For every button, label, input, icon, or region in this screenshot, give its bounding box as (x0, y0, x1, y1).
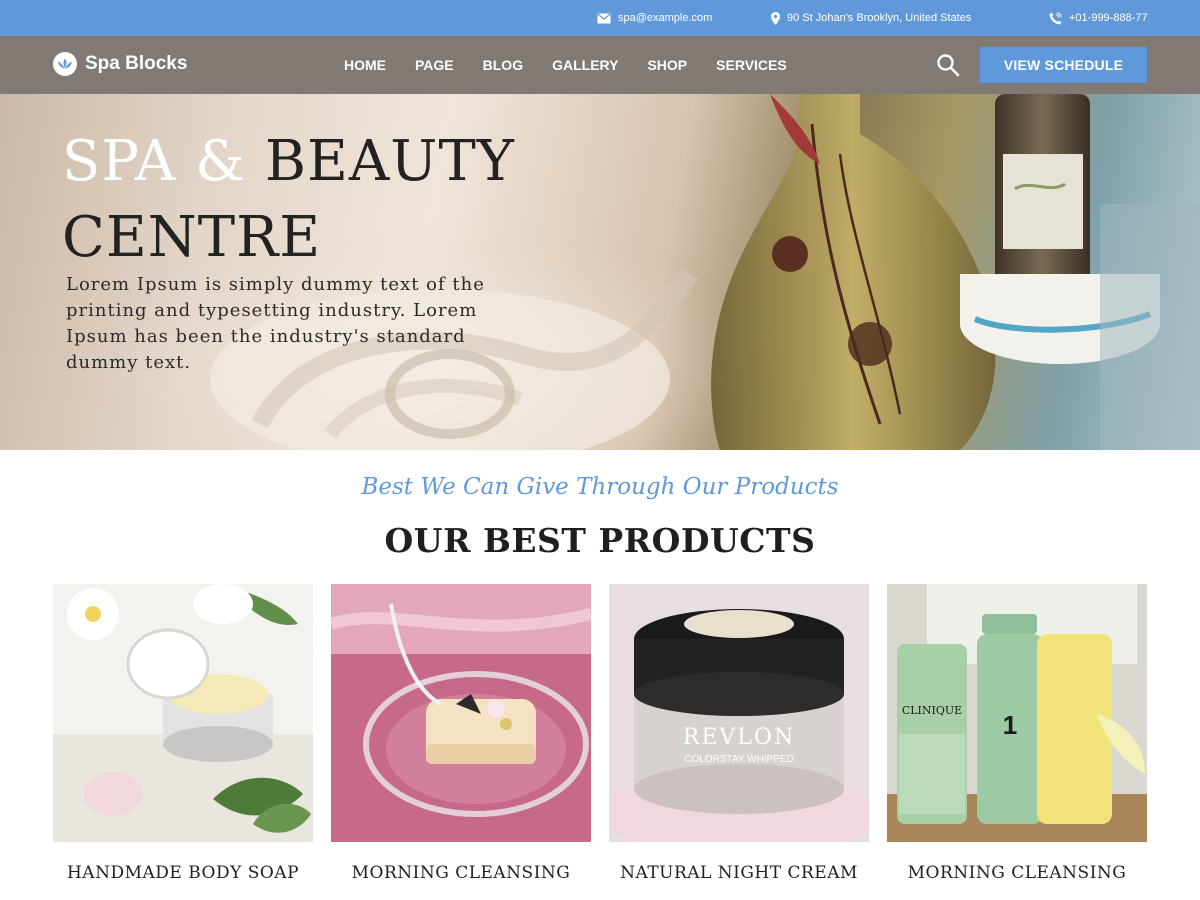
address-text: 90 St Johan's Brooklyn, United States (787, 12, 972, 24)
products-title: OUR BEST PRODUCTS (384, 521, 816, 560)
product-image-night-cream[interactable]: REVLON COLORSTAY WHIPPED (609, 584, 869, 842)
product-name[interactable]: NATURAL NIGHT CREAM (599, 863, 879, 883)
product-name[interactable]: MORNING CLEANSING (321, 863, 601, 883)
main-header: Spa Blocks HOME PAGE BLOG GALLERY SHOP S… (0, 36, 1200, 94)
clinique-brand-text: CLINIQUE (902, 704, 962, 717)
product-image-body-soap[interactable] (53, 584, 313, 842)
product-card[interactable]: 1 CLINIQUE MORNING CLEANSING (887, 584, 1147, 894)
logo-text: Spa Blocks (85, 53, 188, 74)
nav-gallery[interactable]: GALLERY (552, 57, 618, 73)
product-name[interactable]: HANDMADE BODY SOAP (43, 863, 323, 883)
hero-title: SPA & BEAUTY CENTRE (62, 124, 515, 276)
hero-description: Lorem Ipsum is simply dummy text of the … (66, 274, 485, 373)
search-button[interactable] (936, 53, 960, 77)
oil-bottle (711, 94, 996, 450)
product-grid: HANDMADE BODY SOAP MORNING CLEANSING REV… (53, 584, 1147, 894)
address-contact: 90 St Johan's Brooklyn, United States (771, 0, 971, 36)
product-card[interactable]: MORNING CLEANSING (331, 584, 591, 894)
hero-banner: SPA & BEAUTY CENTRE Lorem Ipsum is simpl… (0, 94, 1200, 450)
nav-services[interactable]: SERVICES (716, 57, 787, 73)
main-nav: HOME PAGE BLOG GALLERY SHOP SERVICES (344, 36, 787, 94)
email-contact[interactable]: spa@example.com (597, 0, 712, 36)
product-card[interactable]: HANDMADE BODY SOAP (53, 584, 313, 894)
product-image-morning-cleansing-set[interactable]: 1 CLINIQUE (887, 584, 1147, 842)
top-contact-bar: spa@example.com 90 St Johan's Brooklyn, … (0, 0, 1200, 36)
search-icon (937, 54, 960, 77)
nav-blog[interactable]: BLOG (483, 57, 523, 73)
mail-icon (597, 12, 611, 23)
clinique-number-text: 1 (1003, 710, 1017, 740)
nav-page[interactable]: PAGE (415, 57, 454, 73)
hero-title-dark-2: CENTRE (62, 205, 322, 270)
product-card[interactable]: REVLON COLORSTAY WHIPPED NATURAL NIGHT C… (609, 584, 869, 894)
view-schedule-button[interactable]: VIEW SCHEDULE (980, 47, 1147, 83)
lotus-icon (53, 52, 77, 76)
phone-icon (1049, 11, 1062, 24)
nav-home[interactable]: HOME (344, 57, 386, 73)
products-subheading: Best We Can Give Through Our Products (361, 474, 839, 500)
phone-text: +01-999-888-77 (1069, 12, 1148, 24)
product-name[interactable]: MORNING CLEANSING (877, 863, 1157, 883)
phone-contact[interactable]: +01-999-888-77 (1049, 0, 1148, 36)
revlon-line-text: COLORSTAY WHIPPED (684, 754, 793, 765)
revlon-brand-text: REVLON (683, 725, 795, 750)
email-text: spa@example.com (618, 12, 713, 24)
product-image-morning-cleansing[interactable] (331, 584, 591, 842)
location-pin-icon (771, 11, 780, 25)
hero-title-light: SPA & (62, 129, 246, 194)
hero-title-dark-1: BEAUTY (264, 129, 515, 194)
site-logo[interactable]: Spa Blocks (53, 52, 187, 76)
nav-shop[interactable]: SHOP (647, 57, 687, 73)
